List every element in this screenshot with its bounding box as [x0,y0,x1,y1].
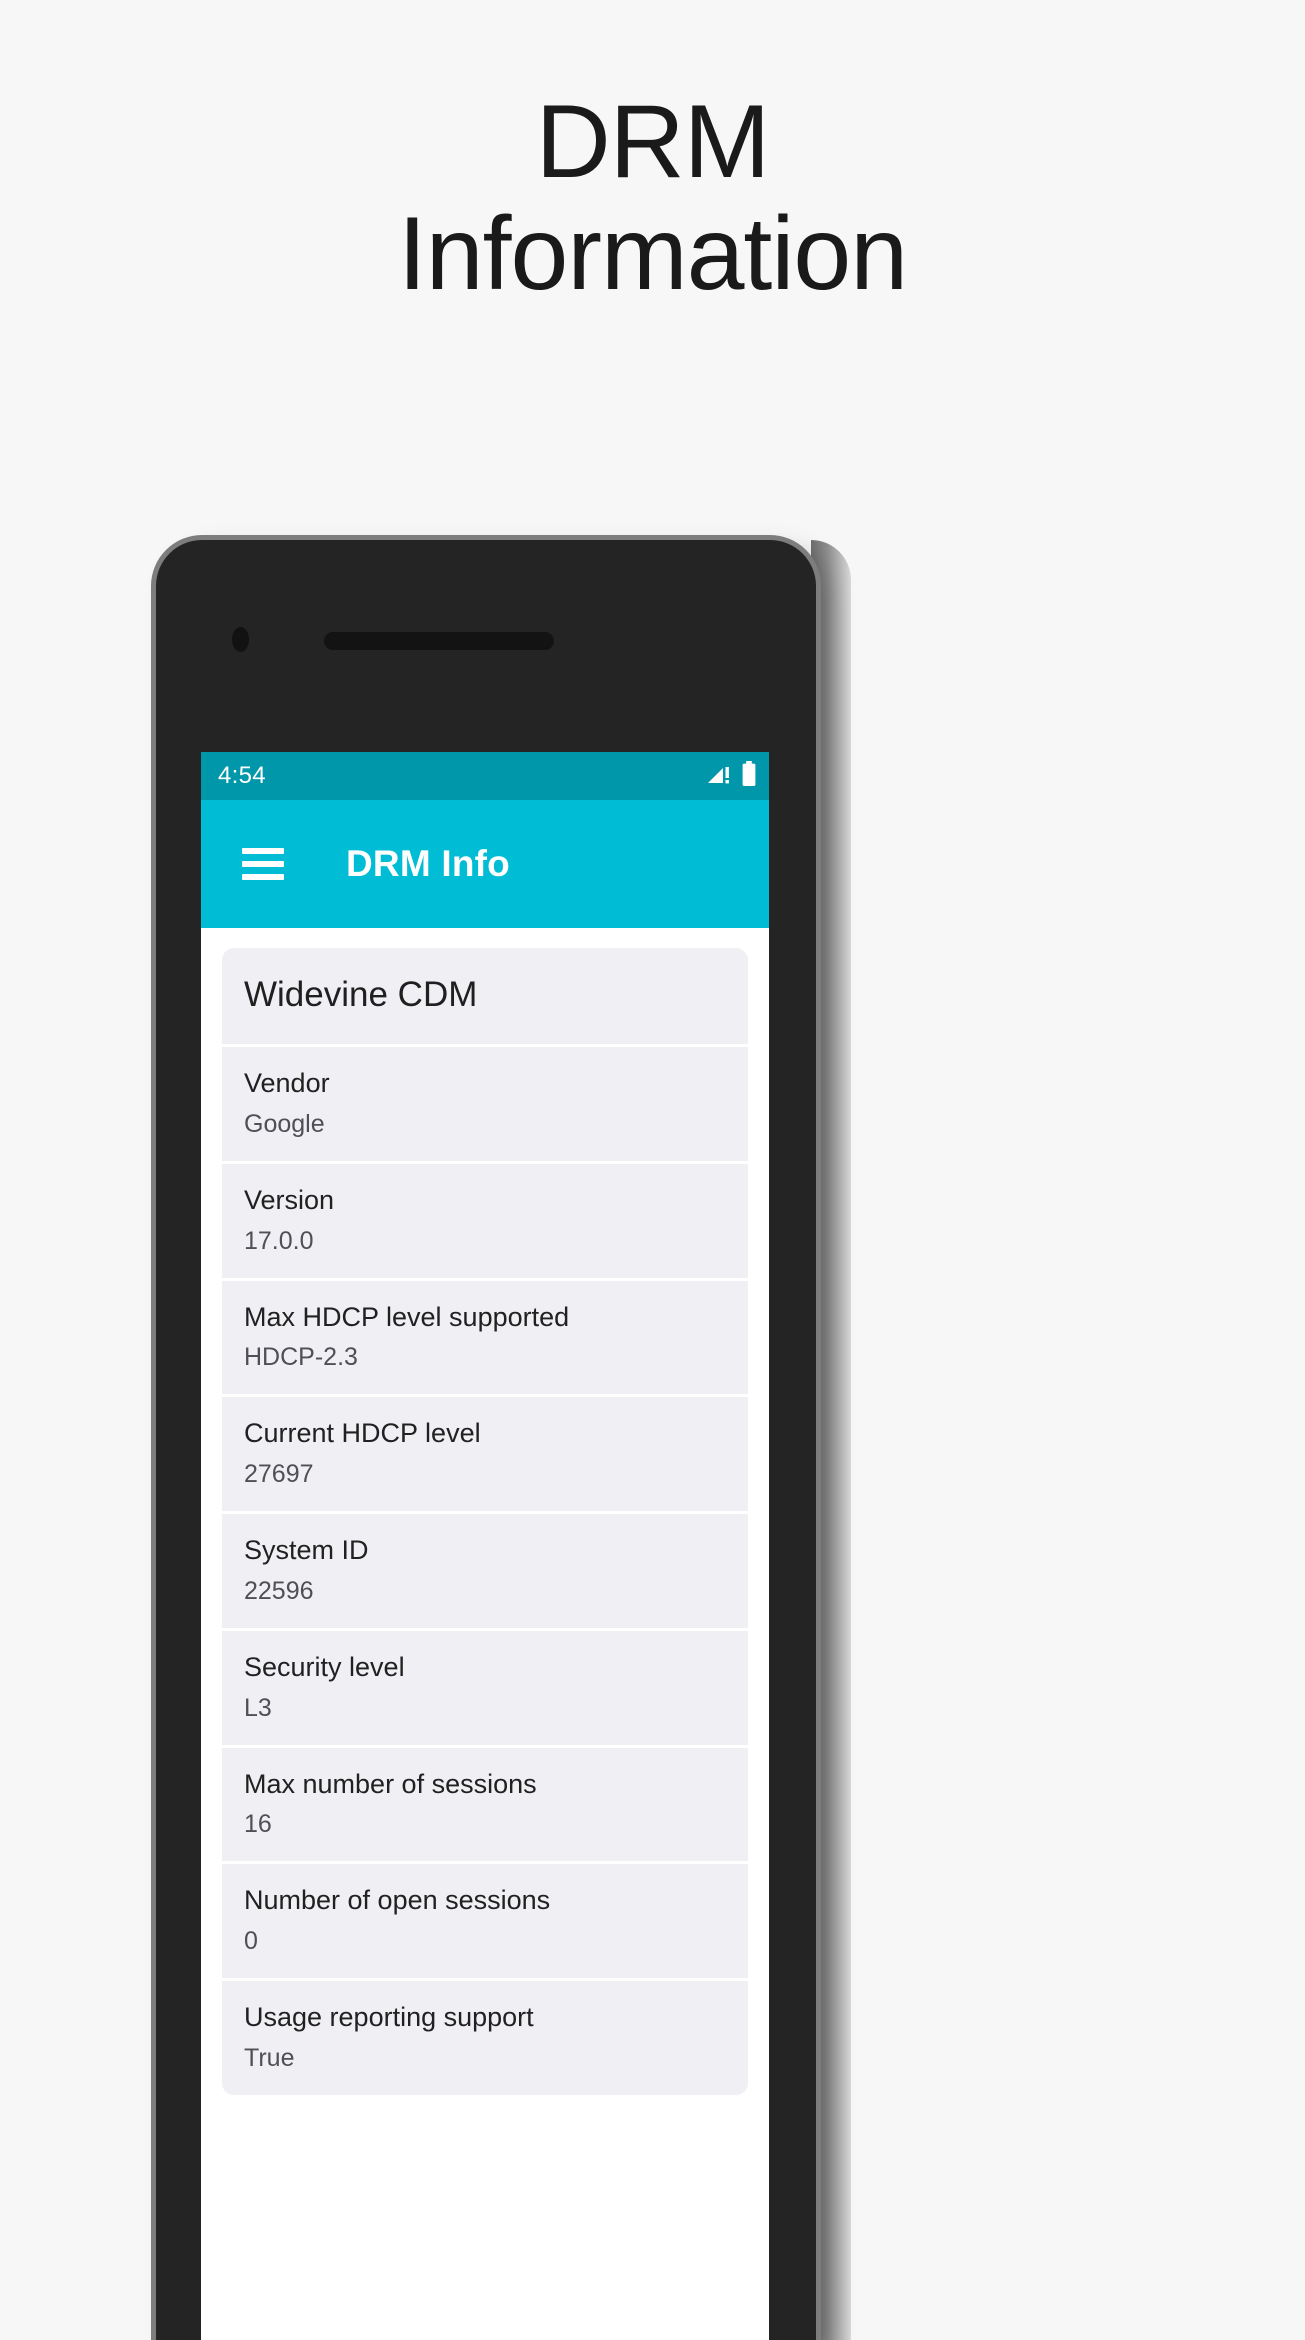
phone-body: 4:54 DRM Info Widevine CDM Vendor Google… [156,540,816,2340]
list-item-value: L3 [244,1693,272,1722]
status-bar-clock: 4:54 [218,762,266,789]
list-item[interactable]: System ID 22596 [222,1514,748,1631]
list-item-value: 17.0.0 [244,1226,314,1255]
list-item-label: Max number of sessions [244,1768,537,1799]
list-item-value: True [244,2043,295,2072]
phone-mockup: 4:54 DRM Info Widevine CDM Vendor Google… [156,540,1156,2340]
hamburger-menu-icon[interactable] [242,848,284,880]
status-bar-icons [706,760,757,792]
list-item[interactable]: Max HDCP level supported HDCP-2.3 [222,1281,748,1398]
signal-no-service-icon [706,762,732,791]
list-item-label: Usage reporting support [244,2002,534,2032]
list-item[interactable]: Security level L3 [222,1631,748,1748]
list-item-value: Google [244,1109,325,1138]
app-bar-title: DRM Info [346,843,510,884]
list-item-label: Current HDCP level [244,1418,481,1449]
list-item-value: 22596 [244,1576,314,1605]
list-item-label: Security level [244,1651,405,1682]
list-item[interactable]: Usage reporting support True [222,1981,748,2095]
list-item-value: 27697 [244,1460,314,1488]
page-title-line-1: DRM [535,84,771,200]
status-bar: 4:54 [201,752,769,800]
card-header: Widevine CDM [222,948,748,1047]
front-camera-icon [232,627,249,652]
widevine-cdm-card: Widevine CDM Vendor Google Version 17.0.… [222,948,748,2095]
list-item-label: Vendor [244,1068,330,1098]
list-item-label: Max HDCP level supported [244,1301,570,1332]
phone-screen: 4:54 DRM Info Widevine CDM Vendor Google… [201,752,769,2340]
list-item-value: 16 [244,1810,272,1839]
list-item-label: Number of open sessions [244,1885,551,1916]
list-item-value: 0 [244,1927,258,1955]
list-item[interactable]: Number of open sessions 0 [222,1864,748,1981]
page-title: DRM Information [0,86,1305,311]
list-item[interactable]: Current HDCP level 27697 [222,1397,748,1514]
list-item[interactable]: Max number of sessions 16 [222,1748,748,1865]
screen-content: Widevine CDM Vendor Google Version 17.0.… [201,928,769,2340]
battery-full-icon [741,760,757,792]
list-item[interactable]: Vendor Google [222,1047,748,1164]
earpiece-speaker-icon [324,632,554,650]
app-bar: DRM Info [201,800,769,928]
list-item-label: System ID [244,1535,369,1565]
list-item[interactable]: Version 17.0.0 [222,1164,748,1281]
list-item-label: Version [244,1184,335,1215]
page-title-line-2: Information [397,196,908,313]
list-item-value: HDCP-2.3 [244,1343,358,1372]
